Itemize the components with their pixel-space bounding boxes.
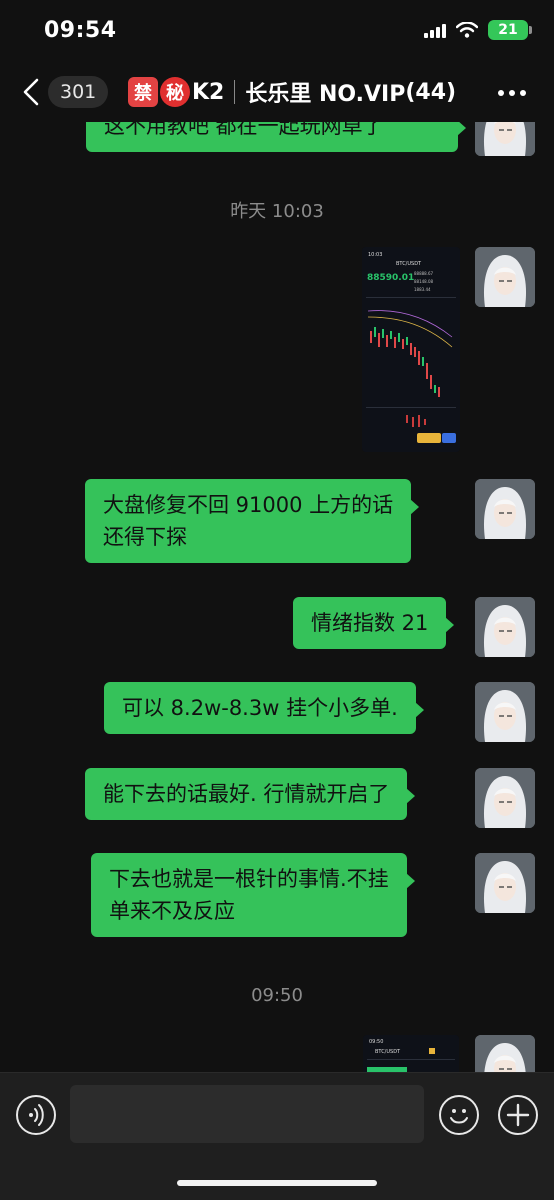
avatar-image <box>475 479 535 539</box>
voice-input-button[interactable] <box>16 1095 56 1135</box>
avatar[interactable] <box>475 597 535 657</box>
avatar[interactable] <box>475 768 535 828</box>
more-functions-button[interactable] <box>498 1095 538 1135</box>
battery-level: 21 <box>498 22 518 38</box>
thumb-stat: 88888.67 <box>414 271 434 276</box>
avatar-image <box>475 247 535 307</box>
message-input[interactable] <box>70 1085 424 1143</box>
message-bubble[interactable]: 可以 8.2w-8.3w 挂个小多单. <box>104 682 424 734</box>
voice-icon <box>29 1104 44 1126</box>
status-icons: 21 <box>424 20 532 40</box>
thumb-price: 88590.01 <box>367 273 414 283</box>
avatar[interactable] <box>475 479 535 539</box>
forbidden-emoji-icon: 禁 <box>128 77 158 107</box>
back-chevron-icon[interactable] <box>22 78 40 106</box>
cellular-signal-icon <box>424 22 446 38</box>
secret-emoji-icon: 秘 <box>160 77 190 107</box>
status-bar: 09:54 21 <box>0 0 554 62</box>
thumb-time: 10:03 <box>368 252 382 258</box>
message-text: 大盘修复不回 91000 上方的话 <box>103 493 394 517</box>
avatar-image <box>475 1035 535 1072</box>
wifi-icon <box>456 22 478 38</box>
image-message[interactable]: 09:50 BTC/USDT <box>363 1035 459 1072</box>
avatar-image <box>475 853 535 913</box>
message-text: 可以 8.2w-8.3w 挂个小多单. <box>122 696 398 720</box>
avatar[interactable] <box>475 1035 535 1072</box>
thumb-pair: BTC/USDT <box>375 1049 401 1055</box>
status-time: 09:54 <box>44 18 117 43</box>
group-name: 长乐里 NO.VIP <box>245 82 406 107</box>
chat-title[interactable]: 禁 秘 K2 长乐里 NO.VIP (44) <box>128 76 456 108</box>
title-divider <box>234 80 236 104</box>
chat-area[interactable]: 这不用教吧 都在一起玩网卓了 昨天 10:03 10:03 BTC/USDT 8… <box>0 0 554 1072</box>
message-timestamp: 昨天 10:03 <box>230 201 324 222</box>
chat-title-prefix: K2 <box>192 79 225 105</box>
thumb-stat: 1883.44 <box>414 287 431 292</box>
message-text: 下去也就是一根针的事情.不挂 <box>109 867 389 891</box>
emoji-button[interactable] <box>439 1095 479 1135</box>
avatar-image <box>475 597 535 657</box>
home-indicator[interactable] <box>177 1180 377 1186</box>
image-message[interactable]: 10:03 BTC/USDT 88590.01 88888.67 88148.0… <box>362 247 460 452</box>
avatar[interactable] <box>475 682 535 742</box>
emoji-icon <box>450 1109 468 1124</box>
message-bubble[interactable]: 大盘修复不回 91000 上方的话 还得下探 <box>85 479 420 563</box>
message-text: 还得下探 <box>103 525 187 549</box>
message-bubble[interactable]: 下去也就是一根针的事情.不挂 单来不及反应 <box>91 853 415 937</box>
unread-count-badge[interactable]: 301 <box>48 76 109 108</box>
member-count: (44) <box>405 79 457 105</box>
avatar-image <box>475 768 535 828</box>
avatar[interactable] <box>475 853 535 913</box>
message-bubble[interactable]: 能下去的话最好. 行情就开启了 <box>85 768 416 820</box>
message-text: 情绪指数 21 <box>311 611 429 635</box>
plus-icon <box>506 1103 530 1127</box>
chart-thumbnail: 10:03 BTC/USDT 88590.01 88888.67 88148.0… <box>362 247 460 452</box>
thumb-time: 09:50 <box>369 1039 383 1045</box>
thumb-stat: 88148.08 <box>414 279 434 284</box>
chat-header: 301 禁 秘 K2 长乐里 NO.VIP (44) <box>0 62 554 122</box>
message-text: 能下去的话最好. 行情就开启了 <box>103 782 390 806</box>
message-timestamp: 09:50 <box>251 985 303 1006</box>
avatar-image <box>475 682 535 742</box>
thumb-pair: BTC/USDT <box>396 261 422 267</box>
chart-thumbnail: 09:50 BTC/USDT <box>363 1035 459 1072</box>
more-options-icon[interactable] <box>498 90 526 96</box>
avatar[interactable] <box>475 247 535 307</box>
battery-icon: 21 <box>488 20 532 40</box>
message-text: 单来不及反应 <box>109 899 235 923</box>
message-bubble[interactable]: 情绪指数 21 <box>293 597 455 649</box>
